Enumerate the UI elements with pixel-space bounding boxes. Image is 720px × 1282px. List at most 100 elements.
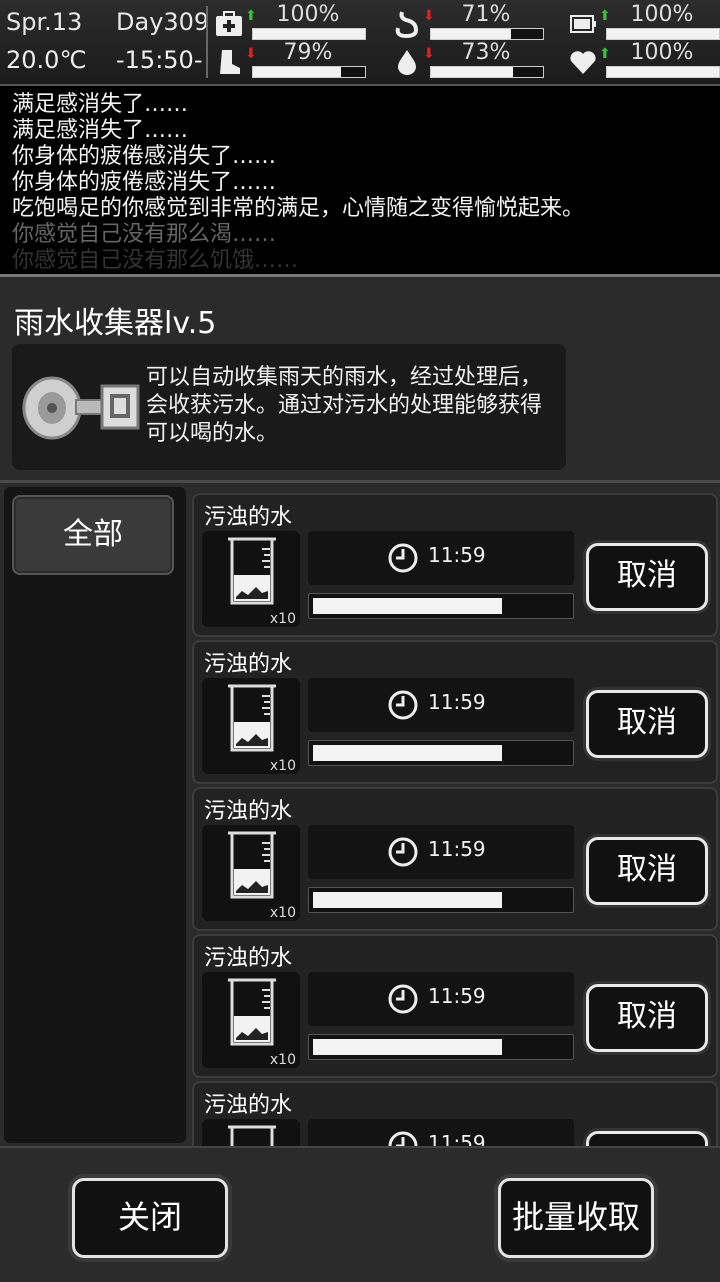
clock-icon — [388, 690, 418, 720]
cancel-button[interactable]: 取消 — [586, 543, 708, 611]
trend-down-icon: ⬇ — [245, 46, 257, 62]
item-name: 污浊的水 — [204, 1093, 293, 1118]
panel-title: 雨水收集器lv.5 — [14, 306, 217, 341]
panel-footer: 关闭 批量收取 — [0, 1146, 720, 1282]
progress-bar — [308, 1034, 574, 1060]
item-icon-box: x10 — [202, 972, 300, 1068]
item-quantity: x10 — [269, 611, 296, 627]
stat-thirst-value: 73% — [461, 40, 511, 65]
log-line: 你身体的疲倦感消失了…… — [12, 144, 277, 169]
item-icon-box: x10 — [202, 678, 300, 774]
beaker-icon — [228, 684, 276, 752]
timer-text: 11:59 — [428, 543, 486, 567]
list-item: 污浊的水 x10 11:59 取消 — [192, 1081, 718, 1147]
item-icon-box: x10 — [202, 825, 300, 921]
hud-divider — [206, 6, 208, 78]
log-line: 满足感消失了…… — [12, 118, 189, 143]
clock-icon — [388, 837, 418, 867]
rain-collector-panel: 雨水收集器lv.5 可以自动收集雨天的雨水，经过处理后，会收获污水。通过对污水的… — [0, 280, 720, 1282]
trend-up-icon: ⬆ — [599, 8, 611, 24]
trend-up-icon: ⬆ — [245, 8, 257, 24]
rain-collector-icon — [22, 376, 140, 440]
trend-down-icon: ⬇ — [423, 46, 435, 62]
stat-hunger-bar — [430, 28, 544, 40]
description-text: 可以自动收集雨天的雨水，经过处理后，会收获污水。通过对污水的处理能够获得可以喝的… — [146, 365, 543, 446]
stat-stamina-value: 79% — [283, 40, 333, 65]
heart-icon — [570, 51, 596, 74]
stat-mood: ⬆ 100% — [568, 40, 720, 80]
item-name: 污浊的水 — [204, 946, 293, 971]
item-icon-box: x10 — [202, 531, 300, 627]
description-box: 可以自动收集雨天的雨水，经过处理后，会收获污水。通过对污水的处理能够获得可以喝的… — [12, 344, 566, 470]
season-label: Spr.13 — [6, 8, 83, 36]
log-line: 你身体的疲倦感消失了…… — [12, 170, 277, 195]
stat-hunger: ⬇ 71% — [392, 2, 544, 42]
stat-mood-value: 100% — [630, 40, 694, 65]
timer-box: 11:59 — [308, 972, 574, 1026]
timer-box: 11:59 — [308, 1119, 574, 1147]
stat-stamina-bar — [252, 66, 366, 78]
game-time: -15:50- — [116, 46, 203, 74]
timer-text: 11:59 — [428, 837, 486, 861]
message-log[interactable]: 满足感消失了…… 满足感消失了…… 你身体的疲倦感消失了…… 你身体的疲倦感消失… — [0, 86, 720, 277]
batch-collect-button[interactable]: 批量收取 — [498, 1178, 654, 1258]
water-drop-icon — [398, 50, 416, 75]
date-time-block: Spr.13 Day309 20.0℃ -15:50- — [6, 4, 210, 80]
trend-down-icon: ⬇ — [423, 8, 435, 24]
day-counter: Day309 — [116, 8, 210, 36]
stat-energy-value: 100% — [630, 2, 694, 27]
list-item: 污浊的水 x10 11:59 取消 — [192, 787, 718, 931]
close-button[interactable]: 关闭 — [72, 1178, 228, 1258]
list-item: 污浊的水 x10 11:59 取消 — [192, 640, 718, 784]
timer-text: 11:59 — [428, 1131, 486, 1147]
stat-thirst-bar — [430, 66, 544, 78]
timer-text: 11:59 — [428, 690, 486, 714]
boot-icon — [220, 50, 240, 74]
list-item: 污浊的水 x10 11:59 取消 — [192, 934, 718, 1078]
content-area: 全部 污浊的水 x10 11:59 取消 污浊的水 x10 11:59 取消 污… — [0, 480, 720, 1147]
stat-health-bar — [252, 28, 366, 40]
status-header: Spr.13 Day309 20.0℃ -15:50- ⬆ 100% ⬇ 79%… — [0, 0, 720, 86]
list-item: 污浊的水 x10 11:59 取消 — [192, 493, 718, 637]
stat-health: ⬆ 100% — [214, 2, 366, 42]
beaker-icon — [228, 537, 276, 605]
production-list[interactable]: 污浊的水 x10 11:59 取消 污浊的水 x10 11:59 取消 污浊的水… — [190, 485, 718, 1147]
category-sidebar: 全部 — [4, 487, 186, 1143]
item-quantity: x10 — [269, 1052, 296, 1068]
clock-icon — [388, 1131, 418, 1147]
tab-all[interactable]: 全部 — [12, 495, 174, 575]
stat-hunger-value: 71% — [461, 2, 511, 27]
beaker-icon — [228, 1125, 276, 1147]
cancel-button[interactable]: 取消 — [586, 984, 708, 1052]
log-line: 你感觉自己没有那么渴…… — [12, 222, 277, 247]
stat-health-value: 100% — [276, 2, 340, 27]
log-line: 你感觉自己没有那么饥饿…… — [12, 248, 299, 273]
timer-box: 11:59 — [308, 678, 574, 732]
trend-up-icon: ⬆ — [599, 46, 611, 62]
timer-box: 11:59 — [308, 825, 574, 879]
stat-stamina: ⬇ 79% — [214, 40, 366, 80]
item-icon-box: x10 — [202, 1119, 300, 1147]
beaker-icon — [228, 831, 276, 899]
beaker-icon — [228, 978, 276, 1046]
battery-icon — [570, 15, 596, 33]
progress-bar — [308, 887, 574, 913]
cancel-button[interactable]: 取消 — [586, 690, 708, 758]
stomach-icon — [395, 11, 419, 38]
item-name: 污浊的水 — [204, 652, 293, 677]
timer-box: 11:59 — [308, 531, 574, 585]
timer-text: 11:59 — [428, 984, 486, 1008]
log-line: 满足感消失了…… — [12, 92, 189, 117]
item-quantity: x10 — [269, 758, 296, 774]
cancel-button[interactable]: 取消 — [586, 1131, 708, 1147]
medkit-icon — [216, 11, 242, 36]
stat-energy: ⬆ 100% — [568, 2, 720, 42]
progress-bar — [308, 593, 574, 619]
stat-energy-bar — [606, 28, 720, 40]
stat-thirst: ⬇ 73% — [392, 40, 544, 80]
stat-mood-bar — [606, 66, 720, 78]
cancel-button[interactable]: 取消 — [586, 837, 708, 905]
log-line: 吃饱喝足的你感觉到非常的满足，心情随之变得愉悦起来。 — [12, 196, 585, 221]
progress-bar — [308, 740, 574, 766]
item-quantity: x10 — [269, 905, 296, 921]
